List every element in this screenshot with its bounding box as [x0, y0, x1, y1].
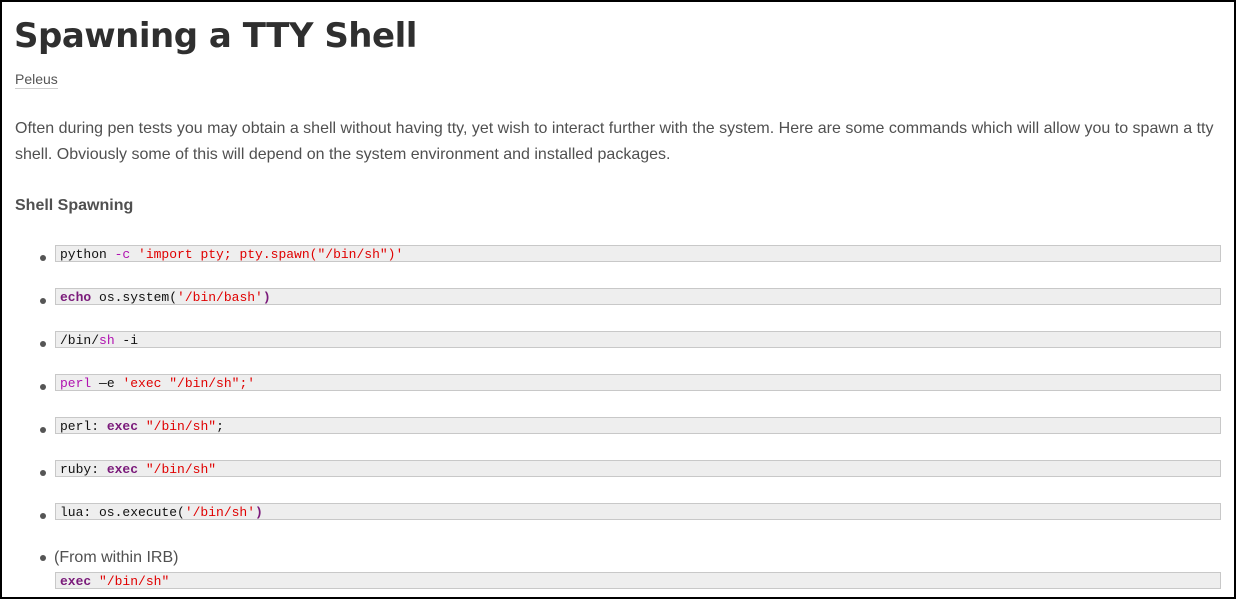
code-block-irb[interactable]: exec "/bin/sh" — [55, 572, 1221, 589]
code-token: ) — [255, 505, 263, 520]
bullet-icon — [40, 255, 46, 261]
page-title: Spawning a TTY Shell — [14, 16, 417, 56]
code-token: exec — [106, 419, 139, 434]
code-token: '/bin/bash' — [177, 290, 263, 305]
code-token: ; — [216, 419, 224, 434]
code-token: ruby: — [60, 462, 107, 477]
code-token: perl: — [60, 419, 107, 434]
code-block[interactable]: /bin/sh -i — [55, 331, 1221, 348]
intro-paragraph: Often during pen tests you may obtain a … — [15, 120, 1214, 163]
code-token: exec — [60, 574, 92, 589]
bullet-icon — [40, 513, 46, 519]
code-block[interactable]: lua: os.execute('/bin/sh') — [55, 503, 1221, 520]
code-token: echo — [60, 290, 92, 305]
code-block[interactable]: ruby: exec "/bin/sh" — [55, 460, 1221, 477]
code-token: —e — [91, 376, 123, 391]
code-token: lua: os.execute( — [60, 505, 185, 520]
bullet-icon — [40, 427, 46, 433]
page-frame: Spawning a TTY Shell Peleus Often during… — [0, 0, 1236, 599]
code-token: os.system( — [91, 290, 178, 305]
code-token: "/bin/sh" — [145, 419, 217, 434]
code-block[interactable]: perl —e 'exec "/bin/sh";' — [55, 374, 1221, 391]
code-block[interactable]: python -c 'import pty; pty.spawn("/bin/s… — [55, 245, 1221, 262]
code-token: -c — [114, 247, 131, 262]
code-token: 'exec "/bin/sh";' — [122, 376, 256, 391]
code-token: python — [60, 247, 115, 262]
bullet-icon — [40, 555, 46, 561]
code-token: ) — [262, 290, 271, 305]
code-token: "/bin/sh" — [145, 462, 217, 477]
irb-label: (From within IRB) — [54, 549, 179, 566]
code-token: /bin/ — [60, 333, 100, 348]
code-token: -i — [114, 333, 139, 348]
bullet-icon — [40, 341, 46, 347]
code-token: "/bin/sh" — [99, 574, 170, 589]
code-block[interactable]: echo os.system('/bin/bash') — [55, 288, 1221, 305]
author-link[interactable]: Peleus — [15, 71, 58, 89]
bullet-icon — [40, 470, 46, 476]
code-block[interactable]: perl: exec "/bin/sh"; — [55, 417, 1221, 434]
code-token: 'import pty; pty.spawn("/bin/sh")' — [138, 247, 404, 262]
bullet-icon — [40, 384, 46, 390]
bullet-icon — [40, 298, 46, 304]
code-token: perl — [60, 376, 92, 391]
section-heading: Shell Spawning — [15, 197, 134, 214]
code-token: '/bin/sh' — [184, 505, 256, 520]
code-token: sh — [99, 333, 115, 348]
code-token: exec — [106, 462, 139, 477]
